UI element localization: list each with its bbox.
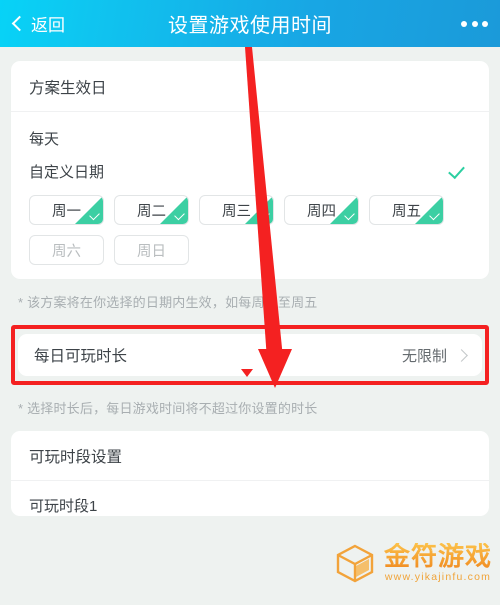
day-chip-sun[interactable]: 周日: [114, 235, 189, 265]
day-chip-label: 周六: [52, 243, 81, 260]
daily-duration-label: 每日可玩时长: [34, 348, 128, 365]
daily-duration-value: 无限制: [401, 347, 447, 365]
playable-period-item-1[interactable]: 可玩时段1: [11, 481, 489, 516]
daily-duration-note: * 选择时长后，每日游戏时间将不超过你设置的时长: [18, 401, 318, 416]
effective-day-card-body: 每天 自定义日期 周一 周二 周三 周四 周五 周六 周日: [11, 112, 489, 279]
day-chip-tue[interactable]: 周二: [114, 195, 189, 225]
app-header: 返回 设置游戏使用时间: [0, 0, 500, 47]
custom-date-label: 自定义日期: [29, 164, 105, 181]
more-horizontal-icon[interactable]: [461, 20, 488, 27]
daily-duration-right: 无限制: [401, 345, 468, 366]
highlight-box: 每日可玩时长 无限制: [11, 325, 489, 385]
chevron-left-icon: [11, 15, 28, 32]
page-content: 方案生效日 每天 自定义日期 周一 周二 周三 周四 周五 周六 周日 * 该方…: [0, 61, 500, 605]
chip-corner-badge: [415, 196, 443, 224]
playable-period-card: 可玩时段设置 可玩时段1: [11, 431, 489, 516]
chip-corner-badge: [160, 196, 188, 224]
day-chip-thu[interactable]: 周四: [284, 195, 359, 225]
day-chip-fri[interactable]: 周五: [369, 195, 444, 225]
day-chip-wed[interactable]: 周三: [199, 195, 274, 225]
more-dot: [482, 20, 488, 27]
chip-corner-badge: [330, 196, 358, 224]
back-button[interactable]: 返回: [11, 11, 65, 36]
day-chip-group: 周一 周二 周三 周四 周五 周六 周日: [29, 195, 471, 265]
chip-corner-badge: [75, 196, 103, 224]
page-title: 设置游戏使用时间: [168, 15, 332, 37]
effective-day-note: * 该方案将在你选择的日期内生效，如每周一至周五: [18, 295, 318, 310]
custom-date-option[interactable]: 自定义日期: [29, 155, 471, 186]
chevron-right-icon: [455, 348, 468, 362]
effective-day-card: 方案生效日 每天 自定义日期 周一 周二 周三 周四 周五 周六 周日: [11, 61, 489, 279]
day-chip-sat[interactable]: 周六: [29, 235, 104, 265]
more-dot: [461, 20, 467, 27]
effective-day-card-title: 方案生效日: [11, 61, 489, 112]
check-icon: [451, 165, 471, 178]
playable-period-card-title: 可玩时段设置: [11, 431, 489, 481]
everyday-option[interactable]: 每天: [29, 112, 471, 155]
more-dot: [471, 20, 478, 27]
chip-corner-badge: [245, 196, 273, 224]
day-chip-label: 周日: [137, 243, 166, 260]
daily-duration-row[interactable]: 每日可玩时长 无限制: [18, 334, 482, 376]
back-button-label: 返回: [31, 16, 65, 35]
day-chip-mon[interactable]: 周一: [29, 195, 104, 225]
